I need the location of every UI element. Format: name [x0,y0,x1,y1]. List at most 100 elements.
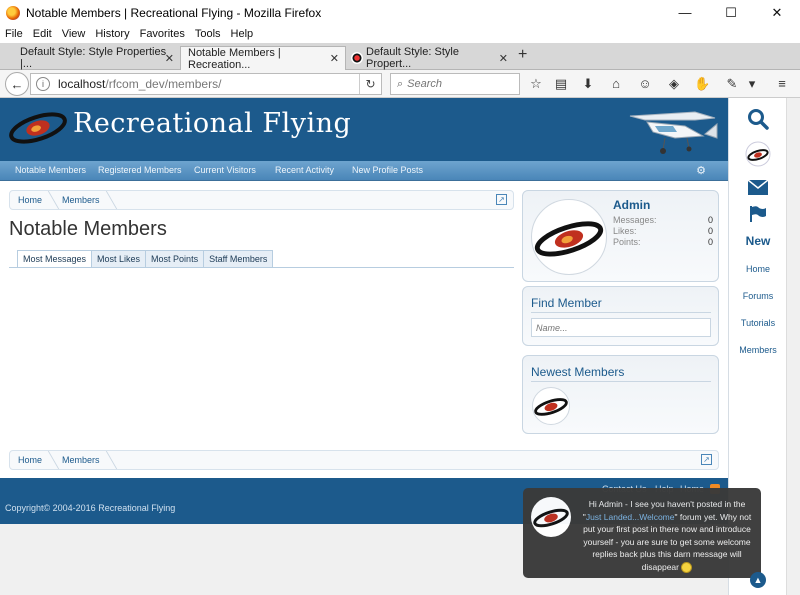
menu-view[interactable]: View [57,28,91,40]
page-title: Notable Members [9,218,167,240]
minimize-button[interactable]: — [662,0,708,25]
find-member-panel: Find Member [522,286,719,346]
site-logo-icon[interactable] [8,110,68,146]
tab-label: Default Style: Style Properties |... [20,46,167,70]
home-icon[interactable]: ⌂ [608,76,624,92]
notice-popup: Hi Admin - I see you haven't posted in t… [523,488,761,578]
search-icon[interactable] [747,108,769,130]
envelope-icon[interactable] [748,180,768,195]
menu-edit[interactable]: Edit [28,28,57,40]
tabs-divider [9,267,514,268]
breadcrumb-members[interactable]: Members [62,455,100,465]
nav-current-visitors[interactable]: Current Visitors [194,165,256,175]
block-divider [531,312,711,313]
sidebar-new[interactable]: New [729,234,787,248]
tab-most-likes[interactable]: Most Likes [91,250,147,268]
dropdown-arrow-icon[interactable]: ▾ [744,76,760,92]
menu-bar: File Edit View History Favorites Tools H… [0,25,800,43]
info-icon[interactable]: i [36,77,50,91]
sidebar-item-forums[interactable]: Forums [729,291,787,301]
site-header: Recreational Flying [0,98,728,161]
download-icon[interactable]: ⬇ [580,76,596,92]
sidebar-item-tutorials[interactable]: Tutorials [729,318,787,328]
menu-help[interactable]: Help [226,28,259,40]
hand-icon[interactable]: ✋ [694,76,710,92]
close-tab-icon[interactable]: ✕ [330,52,339,65]
member-tabs: Most Messages Most Likes Most Points Sta… [17,250,274,268]
notice-forum-link[interactable]: Just Landed...Welcome [586,512,675,522]
close-tab-icon[interactable]: ✕ [499,52,508,65]
site-nav: Notable Members Registered Members Curre… [0,161,728,181]
member-name-input[interactable] [531,318,711,337]
tab-label: Notable Members | Recreation... [188,46,281,71]
admin-avatar[interactable] [531,199,607,275]
reading-list-icon[interactable]: ▤ [553,76,569,92]
gear-icon[interactable]: ⚙ [696,164,706,177]
search-box[interactable]: ⌕ [390,73,520,95]
close-button[interactable]: ✕ [754,0,800,25]
search-icon: ⌕ [397,77,404,90]
notice-message: Hi Admin - I see you haven't posted in t… [579,498,755,573]
menu-hamburger-icon[interactable]: ≡ [774,76,790,92]
menu-favorites[interactable]: Favorites [135,28,190,40]
user-avatar-icon[interactable] [745,141,771,167]
nav-registered-members[interactable]: Registered Members [98,165,182,175]
browser-tab-2[interactable]: Notable Members | Recreation... ✕ [180,46,346,71]
extension-icon[interactable]: ✎ [724,76,740,92]
nav-new-profile-posts[interactable]: New Profile Posts [352,165,423,175]
newest-members-title: Newest Members [531,365,625,379]
smiley-icon [681,561,693,573]
stat-label: Messages: [613,215,657,225]
browser-tab-1[interactable]: Default Style: Style Properties |... ✕ [0,46,180,70]
site-favicon-icon [351,52,363,64]
copyright: Copyright© 2004-2016 Recreational Flying [5,503,176,513]
maximize-button[interactable]: ☐ [708,0,754,25]
stat-value: 0 [707,215,713,225]
tab-staff-members[interactable]: Staff Members [203,250,274,268]
jump-to-icon[interactable]: ↗ [701,454,712,465]
pocket-icon[interactable]: ◈ [666,76,682,92]
stat-value: 0 [707,237,713,247]
browser-tab-3[interactable]: Default Style: Style Propert... ✕ [346,46,514,70]
menu-history[interactable]: History [90,28,134,40]
flag-icon[interactable] [749,205,767,223]
address-bar[interactable]: i localhost/rfcom_dev/members/ ↻ [30,73,382,95]
sidebar-item-home[interactable]: Home [729,264,787,274]
stat-messages: Messages: 0 [613,215,713,225]
visitor-name[interactable]: Admin [613,198,650,212]
scroll-to-top-icon[interactable]: ▲ [750,572,766,588]
stat-value: 0 [707,226,713,236]
notice-avatar [531,497,571,537]
stat-label: Likes: [613,226,637,236]
tab-most-points[interactable]: Most Points [145,250,205,268]
menu-file[interactable]: File [0,28,28,40]
url-text: localhost/rfcom_dev/members/ [58,77,221,91]
newest-members-panel: Newest Members [522,355,719,434]
nav-recent-activity[interactable]: Recent Activity [275,165,334,175]
menu-tools[interactable]: Tools [190,28,226,40]
newest-member-avatar[interactable] [532,387,570,425]
url-host: localhost [58,77,106,91]
firefox-icon [6,5,20,20]
emoji-icon[interactable]: ☺ [637,76,653,92]
stat-points: Points: 0 [613,237,713,247]
block-divider [531,381,711,382]
nav-notable-members[interactable]: Notable Members [15,165,86,175]
jump-to-icon[interactable]: ↗ [496,194,507,205]
bookmark-star-icon[interactable]: ☆ [528,76,544,92]
breadcrumb-members[interactable]: Members [62,195,100,205]
breadcrumb: Home Members ↗ [9,190,514,210]
back-button[interactable]: ← [5,72,29,96]
close-tab-icon[interactable]: ✕ [165,52,174,65]
reload-icon[interactable]: ↻ [359,74,381,94]
breadcrumb-home[interactable]: Home [18,455,42,465]
site-title[interactable]: Recreational Flying [73,108,351,139]
search-input[interactable] [407,78,508,90]
vertical-scrollbar[interactable] [786,98,800,595]
tab-bar: Default Style: Style Properties |... ✕ N… [0,43,800,71]
tab-most-messages[interactable]: Most Messages [17,250,93,268]
new-tab-button[interactable]: + [518,46,527,64]
find-member-title: Find Member [531,296,602,310]
sidebar-item-members[interactable]: Members [729,345,787,355]
breadcrumb-home[interactable]: Home [18,195,42,205]
